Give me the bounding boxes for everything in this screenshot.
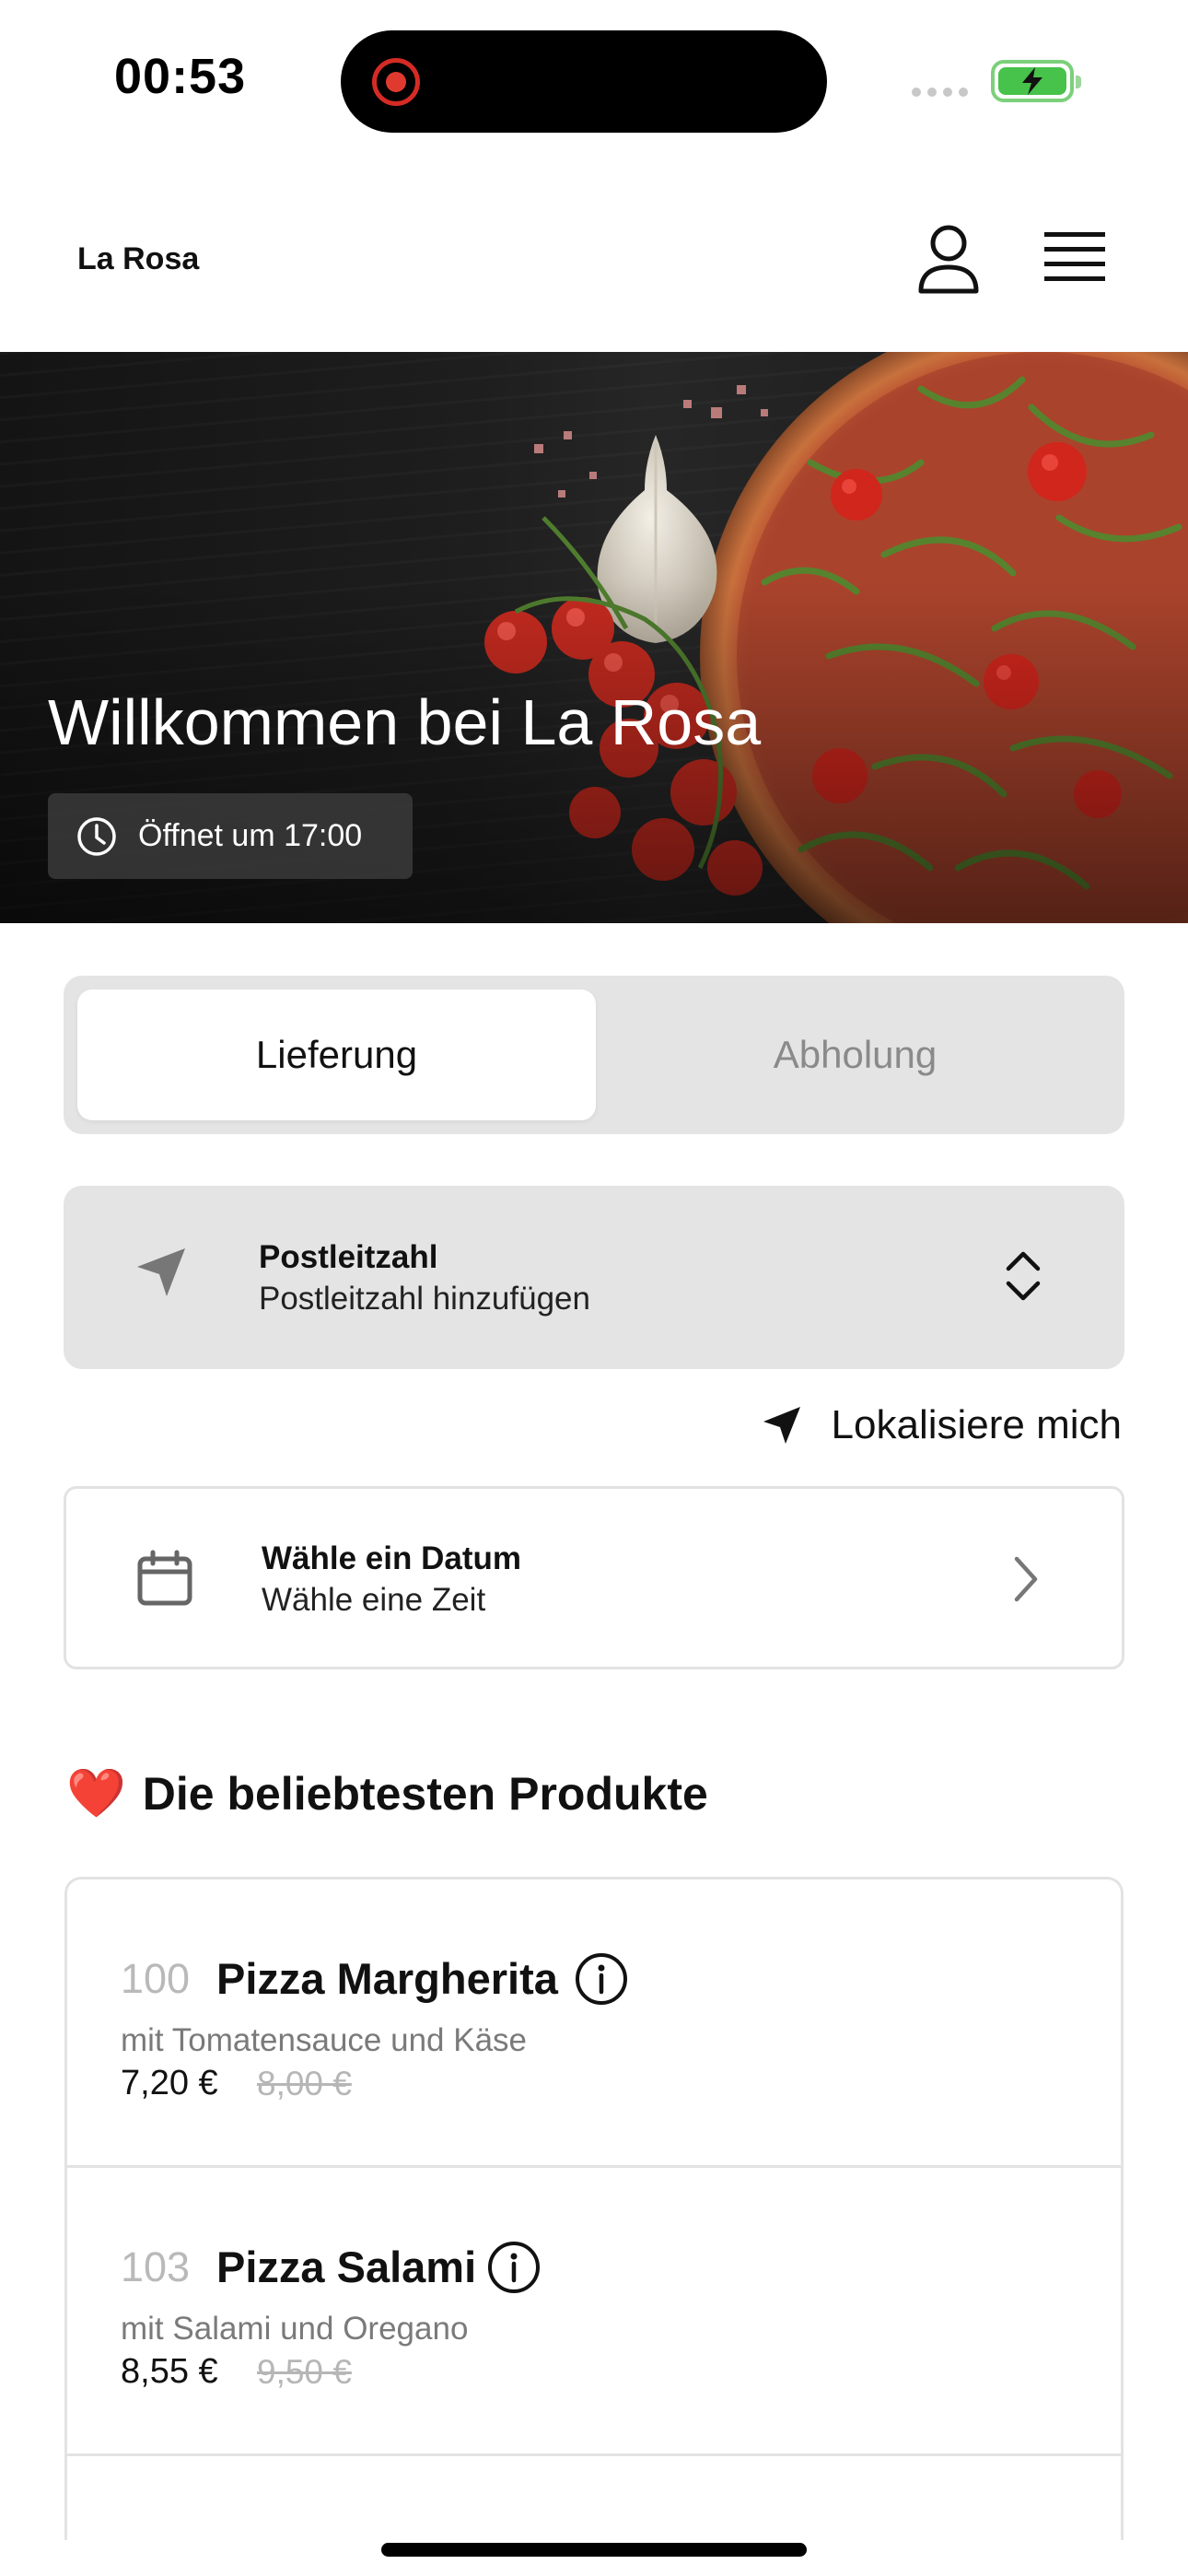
product-item[interactable]: 103 Pizza Salami mit Salami und Oregano … xyxy=(67,2168,1121,2456)
location-arrow-icon xyxy=(137,1248,185,1296)
heart-icon: ❤️ xyxy=(66,1767,126,1821)
product-description: mit Salami und Oregano xyxy=(121,2311,469,2347)
locate-me-button[interactable]: Lokalisiere mich xyxy=(762,1402,1122,1448)
battery-charging-icon xyxy=(991,60,1081,102)
account-button[interactable] xyxy=(915,223,982,297)
chevron-up-down-icon xyxy=(1006,1251,1041,1301)
date-label: Wähle ein Datum xyxy=(262,1540,521,1576)
app-screen: 00:53 La Rosa Willkommen bei La Rosa Öff… xyxy=(0,0,1188,2576)
user-icon xyxy=(918,225,979,294)
product-description: mit Tomatensauce und Käse xyxy=(121,2022,528,2058)
info-icon[interactable] xyxy=(574,1951,629,2007)
postcode-picker[interactable]: Postleitzahl Postleitzahl hinzufügen xyxy=(64,1186,1124,1369)
hero-title: Willkommen bei La Rosa xyxy=(48,686,762,758)
chevron-right-icon xyxy=(1014,1556,1038,1602)
product-name: Pizza Margherita xyxy=(216,1954,558,2003)
postcode-label: Postleitzahl xyxy=(259,1239,438,1275)
opening-hours-text: Öffnet um 17:00 xyxy=(138,818,363,853)
product-number: 100 xyxy=(121,1955,191,2002)
locate-me-label: Lokalisiere mich xyxy=(831,1402,1122,1447)
status-time: 00:53 xyxy=(114,49,247,104)
clock-icon xyxy=(77,816,116,856)
tab-delivery[interactable]: Lieferung xyxy=(77,989,596,1120)
section-title-popular: ❤️ Die beliebtesten Produkte xyxy=(66,1767,708,1821)
order-mode-toggle: Lieferung Abholung xyxy=(64,976,1124,1134)
recording-indicator-icon xyxy=(372,58,420,106)
hero-banner: Willkommen bei La Rosa Öffnet um 17:00 xyxy=(0,352,1188,923)
location-arrow-icon xyxy=(763,1407,800,1444)
postcode-value: Postleitzahl hinzufügen xyxy=(259,1281,590,1317)
opening-hours-badge: Öffnet um 17:00 xyxy=(48,793,413,879)
brand-name[interactable]: La Rosa xyxy=(77,241,199,277)
product-old-price: 8,00 € xyxy=(257,2065,352,2102)
menu-icon xyxy=(1044,232,1105,281)
product-old-price: 9,50 € xyxy=(257,2353,352,2391)
product-item[interactable]: 100 Pizza Margherita mit Tomatensauce un… xyxy=(67,1879,1121,2168)
calendar-icon xyxy=(137,1550,192,1606)
app-header: La Rosa xyxy=(0,166,1188,352)
tab-pickup[interactable]: Abholung xyxy=(596,989,1114,1120)
product-number: 103 xyxy=(121,2243,191,2290)
section-title-text: Die beliebtesten Produkte xyxy=(142,1768,708,1820)
menu-button[interactable] xyxy=(1042,228,1107,289)
product-price: 8,55 € xyxy=(121,2352,218,2391)
dynamic-island xyxy=(341,30,827,133)
home-indicator[interactable] xyxy=(381,2543,807,2557)
signal-icon xyxy=(912,88,968,97)
date-time-picker[interactable]: Wähle ein Datum Wähle eine Zeit xyxy=(64,1486,1124,1669)
time-label: Wähle eine Zeit xyxy=(262,1582,486,1618)
status-bar: 00:53 xyxy=(0,0,1188,166)
product-name: Pizza Salami xyxy=(216,2242,477,2291)
info-icon[interactable] xyxy=(486,2240,542,2295)
product-price: 7,20 € xyxy=(121,2064,218,2102)
product-list: 100 Pizza Margherita mit Tomatensauce un… xyxy=(64,1877,1124,2540)
